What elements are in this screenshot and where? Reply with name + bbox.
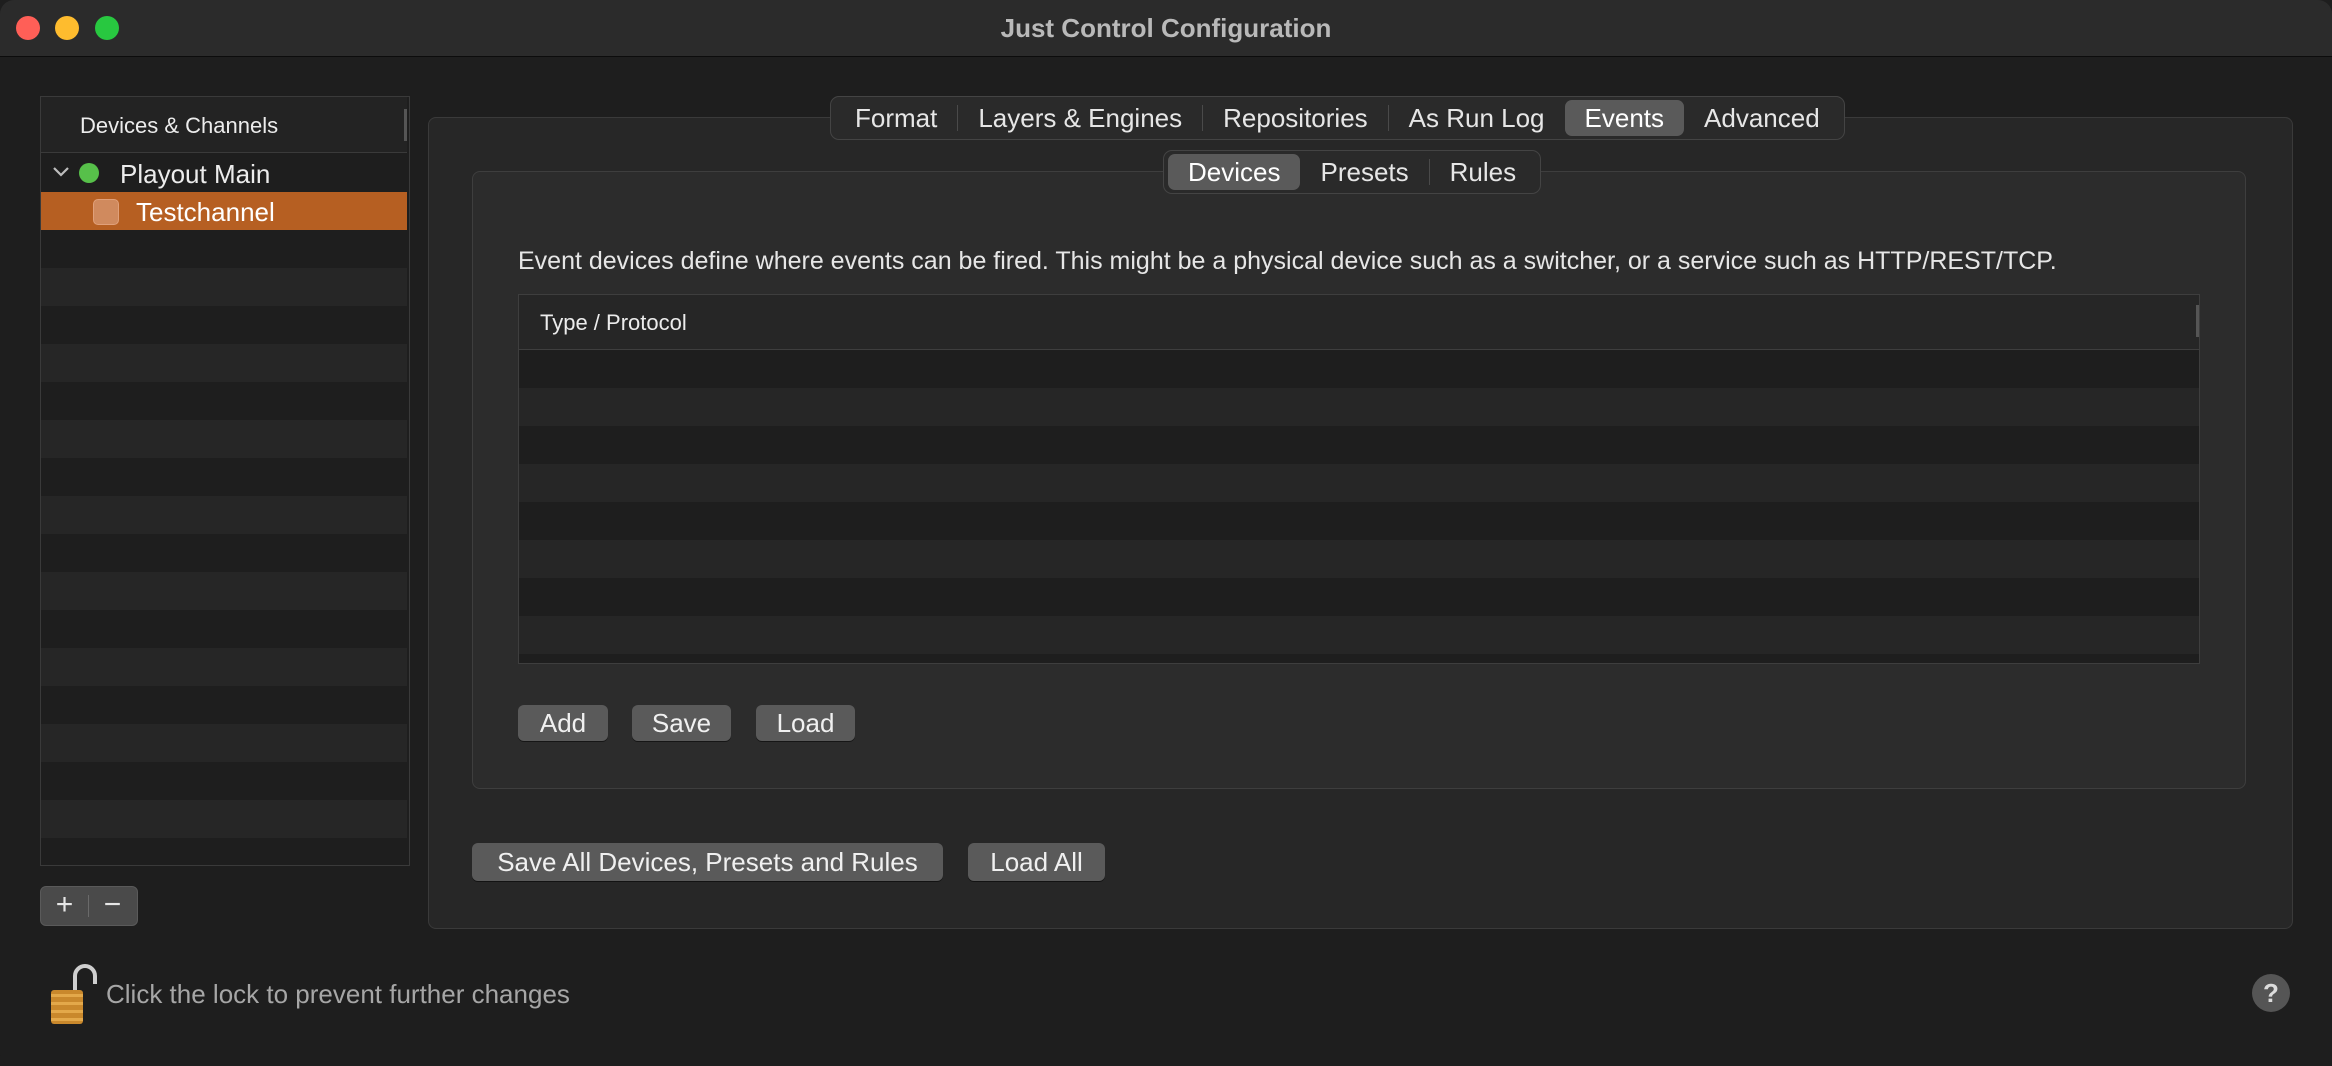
load-all-button[interactable]: Load All <box>968 843 1105 881</box>
subtab-presets[interactable]: Presets <box>1300 154 1428 190</box>
sidebar-item-playout-main[interactable]: Playout Main <box>41 154 407 192</box>
subtab-rules[interactable]: Rules <box>1430 154 1536 190</box>
main-tab-bar: Format Layers & Engines Repositories As … <box>830 96 1845 140</box>
add-channel-button[interactable]: + <box>41 887 88 925</box>
tab-as-run-log[interactable]: As Run Log <box>1389 100 1565 136</box>
event-devices-description: Event devices define where events can be… <box>518 247 2057 275</box>
column-header-type-protocol[interactable]: Type / Protocol <box>540 310 687 336</box>
save-all-button[interactable]: Save All Devices, Presets and Rules <box>472 843 943 881</box>
status-dot-icon <box>79 163 99 183</box>
sidebar-header-label: Devices & Channels <box>80 113 279 138</box>
table-body[interactable] <box>519 350 2199 663</box>
devices-channels-sidebar: Devices & Channels Playout Main Testchan… <box>40 96 410 866</box>
sidebar-header[interactable]: Devices & Channels <box>41 97 407 153</box>
disclosure-chevron-icon[interactable] <box>51 162 71 182</box>
app-window: Just Control Configuration Devices & Cha… <box>0 0 2332 1066</box>
sidebar-item-label: Testchannel <box>136 197 275 227</box>
sidebar-list-background <box>41 154 407 865</box>
column-resize-handle[interactable] <box>2196 305 2199 337</box>
add-button[interactable]: Add <box>518 705 608 741</box>
subtab-devices[interactable]: Devices <box>1168 154 1301 190</box>
sidebar-item-label: Playout Main <box>120 159 271 189</box>
tab-layers-engines[interactable]: Layers & Engines <box>958 100 1202 136</box>
tab-advanced[interactable]: Advanced <box>1684 100 1840 136</box>
table-header: Type / Protocol <box>519 295 2199 350</box>
tab-events[interactable]: Events <box>1564 100 1685 136</box>
events-sub-tab-bar: Devices Presets Rules <box>1163 150 1542 194</box>
tab-repositories[interactable]: Repositories <box>1203 100 1388 136</box>
load-button[interactable]: Load <box>756 705 855 741</box>
window-title: Just Control Configuration <box>1000 13 1332 43</box>
title-bar: Just Control Configuration <box>0 0 2332 57</box>
save-button[interactable]: Save <box>632 705 731 741</box>
channel-icon <box>93 199 119 225</box>
help-button[interactable]: ? <box>2252 974 2290 1012</box>
sidebar-item-testchannel[interactable]: Testchannel <box>41 192 407 230</box>
lock-icon[interactable] <box>48 962 98 1026</box>
tab-format[interactable]: Format <box>835 100 957 136</box>
column-resize-handle[interactable] <box>404 109 407 141</box>
remove-channel-button[interactable]: − <box>89 887 136 925</box>
sidebar-add-remove-control: + − <box>40 886 138 926</box>
lock-status-text: Click the lock to prevent further change… <box>106 979 570 1009</box>
event-devices-table[interactable]: Type / Protocol <box>518 294 2200 664</box>
